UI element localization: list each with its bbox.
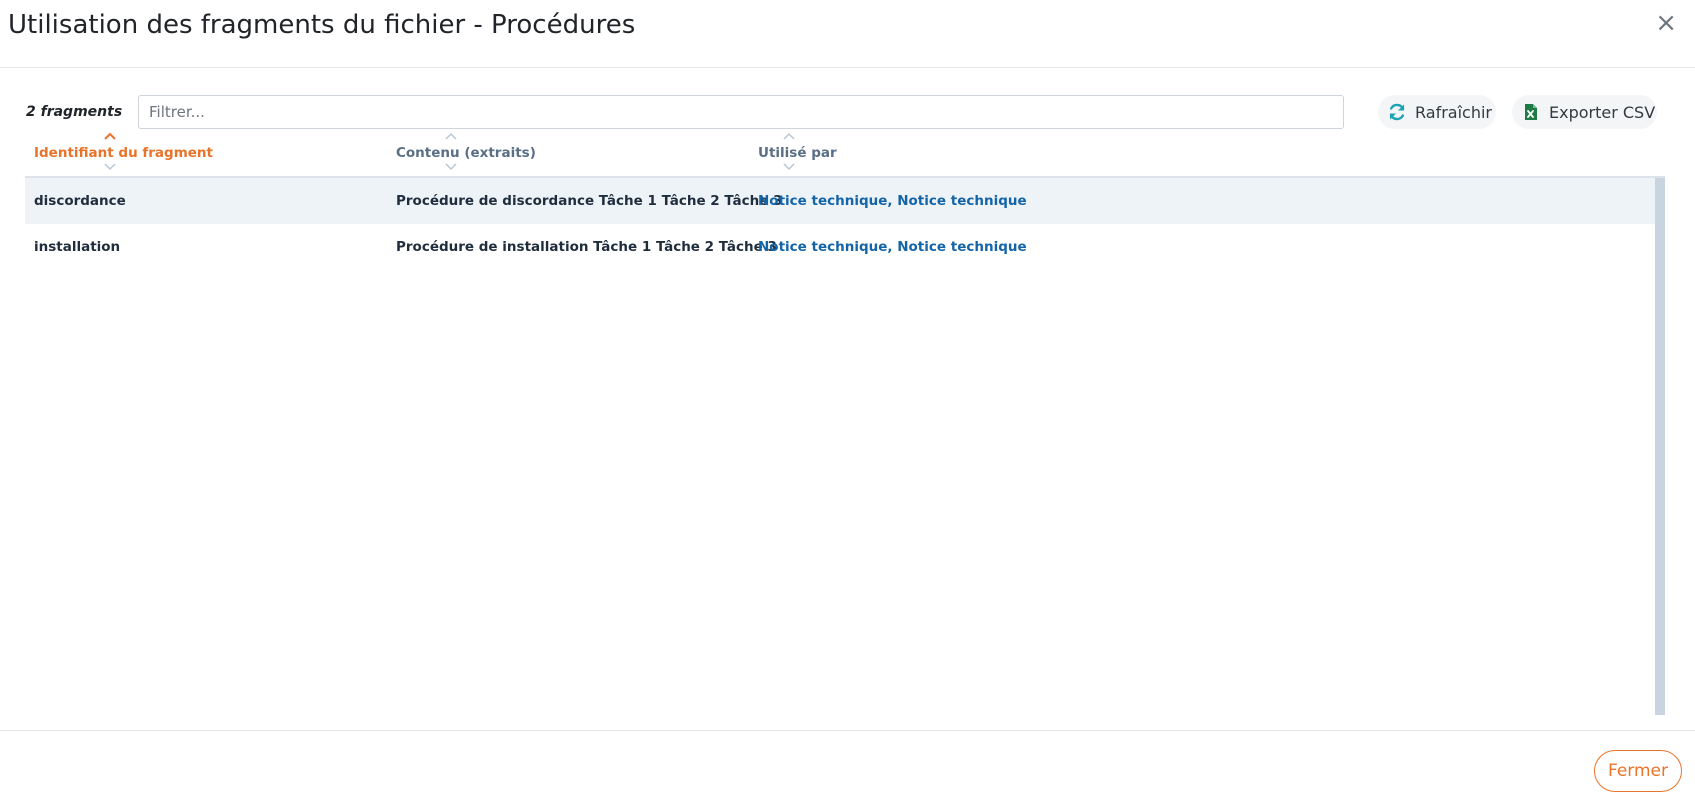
sort-descending-icon [445, 163, 457, 171]
refresh-button[interactable]: Rafraîchir [1378, 95, 1496, 129]
used-by-link[interactable]: Notice technique, Notice technique [758, 239, 1027, 255]
sort-ascending-icon [104, 132, 116, 140]
refresh-label: Rafraîchir [1415, 102, 1492, 122]
fragment-usage-modal: Utilisation des fragments du fichier - P… [0, 0, 1695, 801]
cell-content: Procédure de discordance Tâche 1 Tâche 2… [396, 193, 783, 209]
modal-footer: Fermer [0, 730, 1695, 801]
column-header-content[interactable]: Contenu (extraits) [387, 130, 749, 176]
cell-content: Procédure de installation Tâche 1 Tâche … [396, 239, 777, 255]
export-csv-button[interactable]: Exporter CSV [1512, 95, 1657, 129]
table-body: discordance Procédure de discordance Tâc… [25, 176, 1665, 715]
sort-descending-icon [783, 163, 795, 171]
column-label: Contenu (extraits) [396, 145, 536, 161]
sort-ascending-icon [445, 132, 457, 140]
column-label: Utilisé par [758, 145, 837, 161]
modal-title: Utilisation des fragments du fichier - P… [8, 10, 636, 40]
close-icon[interactable]: × [1655, 8, 1677, 38]
table-row[interactable]: discordance Procédure de discordance Tâc… [25, 178, 1655, 224]
close-button[interactable]: Fermer [1594, 750, 1682, 792]
cell-identifier: installation [34, 239, 121, 255]
table-row[interactable]: installation Procédure de installation T… [25, 224, 1655, 270]
export-csv-label: Exporter CSV [1549, 102, 1656, 122]
column-header-used-by[interactable]: Utilisé par [749, 130, 1249, 176]
sort-descending-icon [104, 163, 116, 171]
filter-input[interactable] [138, 95, 1344, 129]
table-header: Identifiant du fragment Contenu (extrait… [25, 130, 1665, 176]
refresh-icon [1388, 103, 1406, 121]
fragment-count: 2 fragments [26, 104, 123, 120]
excel-file-icon [1522, 103, 1540, 121]
toolbar: 2 fragments Rafraîchir Ex [0, 92, 1695, 134]
cell-identifier: discordance [34, 193, 126, 209]
modal-header: Utilisation des fragments du fichier - P… [0, 0, 1695, 68]
used-by-link[interactable]: Notice technique, Notice technique [758, 193, 1027, 209]
column-label: Identifiant du fragment [34, 145, 213, 161]
vertical-scrollbar[interactable] [1655, 178, 1665, 715]
column-header-identifier[interactable]: Identifiant du fragment [25, 130, 387, 176]
sort-ascending-icon [783, 132, 795, 140]
